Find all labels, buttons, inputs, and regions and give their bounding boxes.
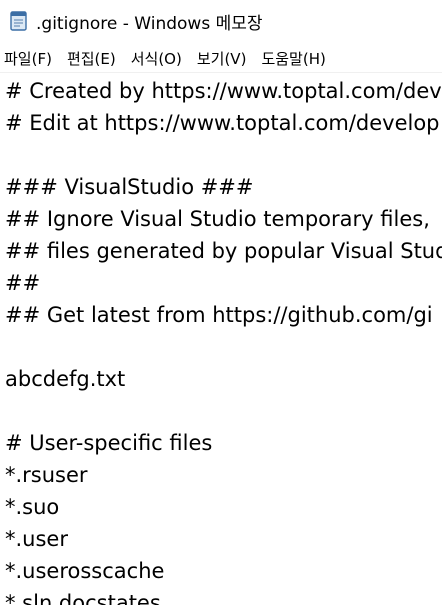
editor-line: ## files generated by popular Visual Stu… xyxy=(5,239,442,263)
editor-line: # User-specific files xyxy=(5,431,213,455)
window-title: .gitignore - Windows 메모장 xyxy=(36,13,263,34)
editor-line: ## Ignore Visual Studio temporary files, xyxy=(5,207,430,231)
editor-line: ## Get latest from https://github.com/gi xyxy=(5,303,433,327)
notepad-icon xyxy=(8,10,30,32)
menu-bar: 파일(F) 편집(E) 서식(O) 보기(V) 도움말(H) xyxy=(0,44,442,72)
editor-line: # Created by https://www.toptal.com/dev xyxy=(5,79,442,103)
editor-line: ## xyxy=(5,271,41,295)
menu-file[interactable]: 파일(F) xyxy=(4,48,52,69)
menu-view[interactable]: 보기(V) xyxy=(197,48,247,69)
title-bar[interactable]: .gitignore - Windows 메모장 xyxy=(0,0,442,42)
editor-line: ### VisualStudio ### xyxy=(5,175,254,199)
editor-line: *.suo xyxy=(5,495,60,519)
editor-line: abcdefg.txt xyxy=(5,367,126,391)
editor-line: *.rsuser xyxy=(5,463,88,487)
menu-edit[interactable]: 편집(E) xyxy=(67,48,116,69)
editor-line: *.sln.docstates xyxy=(5,591,161,605)
menu-format[interactable]: 서식(O) xyxy=(131,48,182,69)
menu-help[interactable]: 도움말(H) xyxy=(261,48,325,69)
editor-content: # Created by https://www.toptal.com/dev … xyxy=(5,75,442,605)
editor-line: # Edit at https://www.toptal.com/develop xyxy=(5,111,440,135)
editor-line: *.user xyxy=(5,527,68,551)
text-editor[interactable]: # Created by https://www.toptal.com/dev … xyxy=(0,73,442,605)
editor-line: *.userosscache xyxy=(5,559,165,583)
